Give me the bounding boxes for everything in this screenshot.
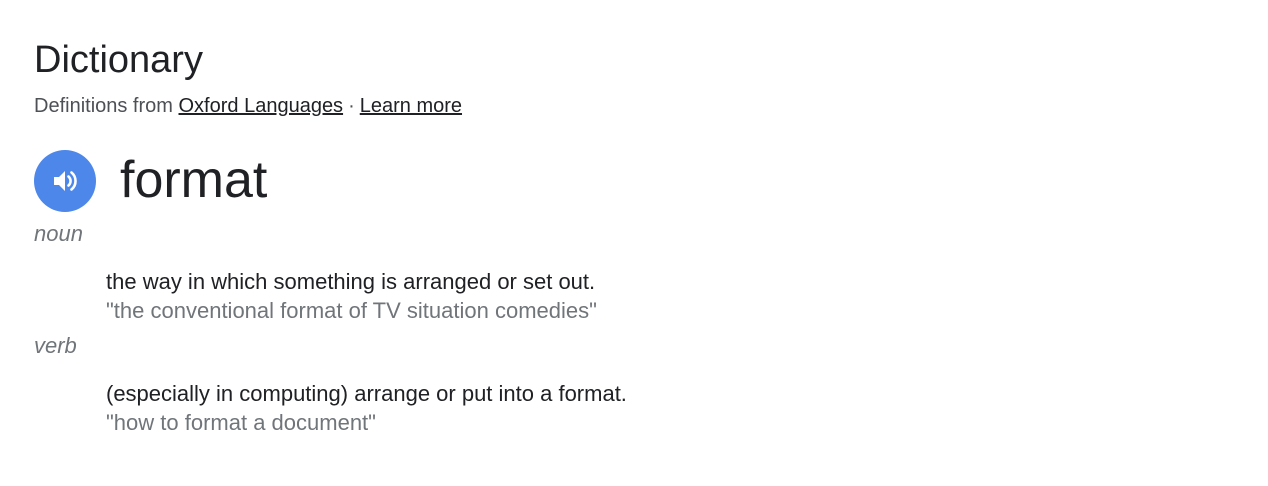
definition-verb: (especially in computing) arrange or put… bbox=[106, 381, 627, 406]
source-prefix: Definitions from bbox=[34, 95, 173, 117]
learn-more-link[interactable]: Learn more bbox=[360, 95, 462, 117]
definitions-source: Definitions from Oxford Languages · Learn … bbox=[34, 94, 462, 118]
example-noun: "the conventional format of TV situation… bbox=[106, 298, 597, 323]
source-separator: · bbox=[348, 95, 355, 117]
dictionary-title: Dictionary bbox=[34, 39, 203, 81]
part-of-speech-verb: verb bbox=[34, 333, 77, 358]
pronounce-button[interactable] bbox=[34, 150, 96, 212]
headword: format bbox=[120, 151, 268, 209]
oxford-languages-link[interactable]: Oxford Languages bbox=[179, 95, 344, 117]
example-verb: "how to format a document" bbox=[106, 410, 376, 435]
definition-noun: the way in which something is arranged o… bbox=[106, 269, 596, 294]
speaker-icon bbox=[50, 166, 80, 196]
part-of-speech-noun: noun bbox=[34, 221, 83, 246]
